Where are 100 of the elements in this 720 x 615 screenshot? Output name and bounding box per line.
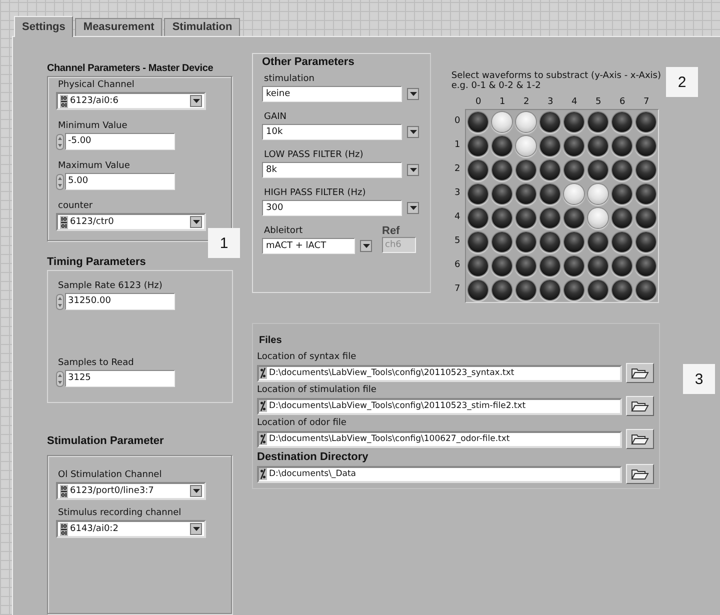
group-title: Stimulation Parameter (47, 435, 165, 447)
dropdown-button[interactable] (190, 216, 202, 228)
numeric-field[interactable]: 5.00 (65, 173, 175, 190)
browse-button[interactable] (626, 429, 654, 449)
dropdown-button[interactable] (360, 240, 372, 252)
led-button[interactable] (636, 256, 656, 276)
led-button[interactable] (564, 280, 584, 300)
dropdown-button[interactable] (190, 485, 202, 497)
led-button[interactable] (636, 208, 656, 228)
led-button[interactable] (516, 160, 536, 180)
led-button[interactable] (564, 256, 584, 276)
browse-button[interactable] (626, 363, 654, 383)
dropdown-button[interactable] (407, 164, 419, 176)
channel-dropdown[interactable]: 6123/ai0:6 (56, 92, 206, 110)
led-button[interactable] (540, 184, 560, 204)
column-label: 0 (474, 97, 482, 109)
browse-button[interactable] (626, 464, 654, 484)
led-button[interactable] (492, 184, 512, 204)
led-button[interactable] (636, 136, 656, 156)
led-button[interactable] (540, 160, 560, 180)
example-text: e.g. 0-1 & 0-2 & 1-2 (451, 81, 542, 91)
led-button[interactable] (636, 280, 656, 300)
led-button[interactable] (468, 112, 488, 132)
led-button[interactable] (636, 184, 656, 204)
led-button[interactable] (468, 136, 488, 156)
caret-icon (410, 168, 416, 172)
led-button[interactable] (468, 160, 488, 180)
led-button[interactable] (612, 280, 632, 300)
led-button[interactable] (564, 208, 584, 228)
dropdown-field[interactable]: 300 (262, 200, 402, 216)
led-button[interactable] (516, 232, 536, 252)
led-button[interactable] (516, 184, 536, 204)
channel-dropdown[interactable]: 6143/ai0:2 (56, 520, 206, 538)
path-field[interactable]: D:\documents\LabView_Tools\config\20110523_stim-file2.txt (257, 398, 622, 414)
path-field[interactable]: D:\documents\LabView_Tools\config\20110523_syntax.txt (257, 364, 622, 382)
channel-dropdown[interactable]: 6123/ctr0 (56, 213, 206, 231)
led-button[interactable] (588, 232, 608, 252)
numeric-field[interactable]: 31250.00 (65, 293, 175, 310)
led-button[interactable] (468, 232, 488, 252)
led-button[interactable] (564, 136, 584, 156)
led-button[interactable] (492, 280, 512, 300)
tab[interactable]: Measurement (75, 18, 162, 36)
led-button[interactable] (612, 160, 632, 180)
led-button[interactable] (492, 232, 512, 252)
led-button[interactable] (540, 280, 560, 300)
led-button[interactable] (492, 136, 512, 156)
led-button[interactable] (492, 208, 512, 228)
led-button[interactable] (588, 280, 608, 300)
led-button[interactable] (540, 112, 560, 132)
browse-button[interactable] (626, 396, 654, 416)
dropdown-button[interactable] (190, 523, 202, 535)
led-button[interactable] (540, 256, 560, 276)
path-field[interactable]: D:\documents\LabView_Tools\config\100627_odor-file.txt (257, 430, 622, 448)
led-button[interactable] (516, 256, 536, 276)
led-button[interactable] (468, 256, 488, 276)
row-label: 5 (454, 236, 462, 246)
led-button[interactable] (612, 136, 632, 156)
led-button[interactable] (564, 232, 584, 252)
led-button[interactable] (636, 232, 656, 252)
field-value: 6123/ctr0 (69, 217, 115, 227)
instruction-text: Select waveforms to substract (y-Axis - x-Axis) (451, 71, 661, 81)
tab[interactable]: Settings (14, 16, 74, 37)
dropdown-button[interactable] (407, 202, 419, 214)
led-button[interactable] (468, 208, 488, 228)
tab[interactable]: Stimulation (164, 18, 240, 36)
dropdown-field[interactable]: 8k (262, 162, 402, 178)
led-button[interactable] (588, 112, 608, 132)
numeric-field[interactable]: 3125 (65, 370, 175, 387)
dropdown-field[interactable]: keine (262, 86, 402, 102)
led-button[interactable] (564, 160, 584, 180)
led-button[interactable] (612, 232, 632, 252)
led-button[interactable] (612, 184, 632, 204)
led-button[interactable] (492, 256, 512, 276)
led-button[interactable] (612, 256, 632, 276)
led-button[interactable] (612, 112, 632, 132)
channel-dropdown[interactable]: 6123/port0/line3:7 (56, 482, 206, 500)
numeric-field[interactable]: -5.00 (65, 133, 175, 150)
dropdown-button[interactable] (407, 88, 419, 100)
led-button[interactable] (468, 184, 488, 204)
led-button[interactable] (468, 280, 488, 300)
led-button[interactable] (612, 208, 632, 228)
led-button[interactable] (588, 136, 608, 156)
led-button[interactable] (492, 160, 512, 180)
led-button[interactable] (540, 232, 560, 252)
led-button[interactable] (636, 112, 656, 132)
dropdown-field[interactable]: 10k (262, 124, 402, 140)
led-button[interactable] (636, 160, 656, 180)
dropdown-button[interactable] (407, 126, 419, 138)
row-label: 7 (454, 284, 462, 294)
dropdown-button[interactable] (190, 95, 202, 107)
led-button[interactable] (516, 208, 536, 228)
led-button[interactable] (564, 112, 584, 132)
dropdown-field[interactable]: mACT + lACT (262, 238, 355, 254)
led-button[interactable] (540, 136, 560, 156)
callout-number: 3 (683, 364, 715, 394)
path-field[interactable]: D:\documents\_Data (257, 466, 622, 482)
led-button[interactable] (516, 280, 536, 300)
led-button[interactable] (588, 160, 608, 180)
led-button[interactable] (540, 208, 560, 228)
led-button[interactable] (588, 256, 608, 276)
